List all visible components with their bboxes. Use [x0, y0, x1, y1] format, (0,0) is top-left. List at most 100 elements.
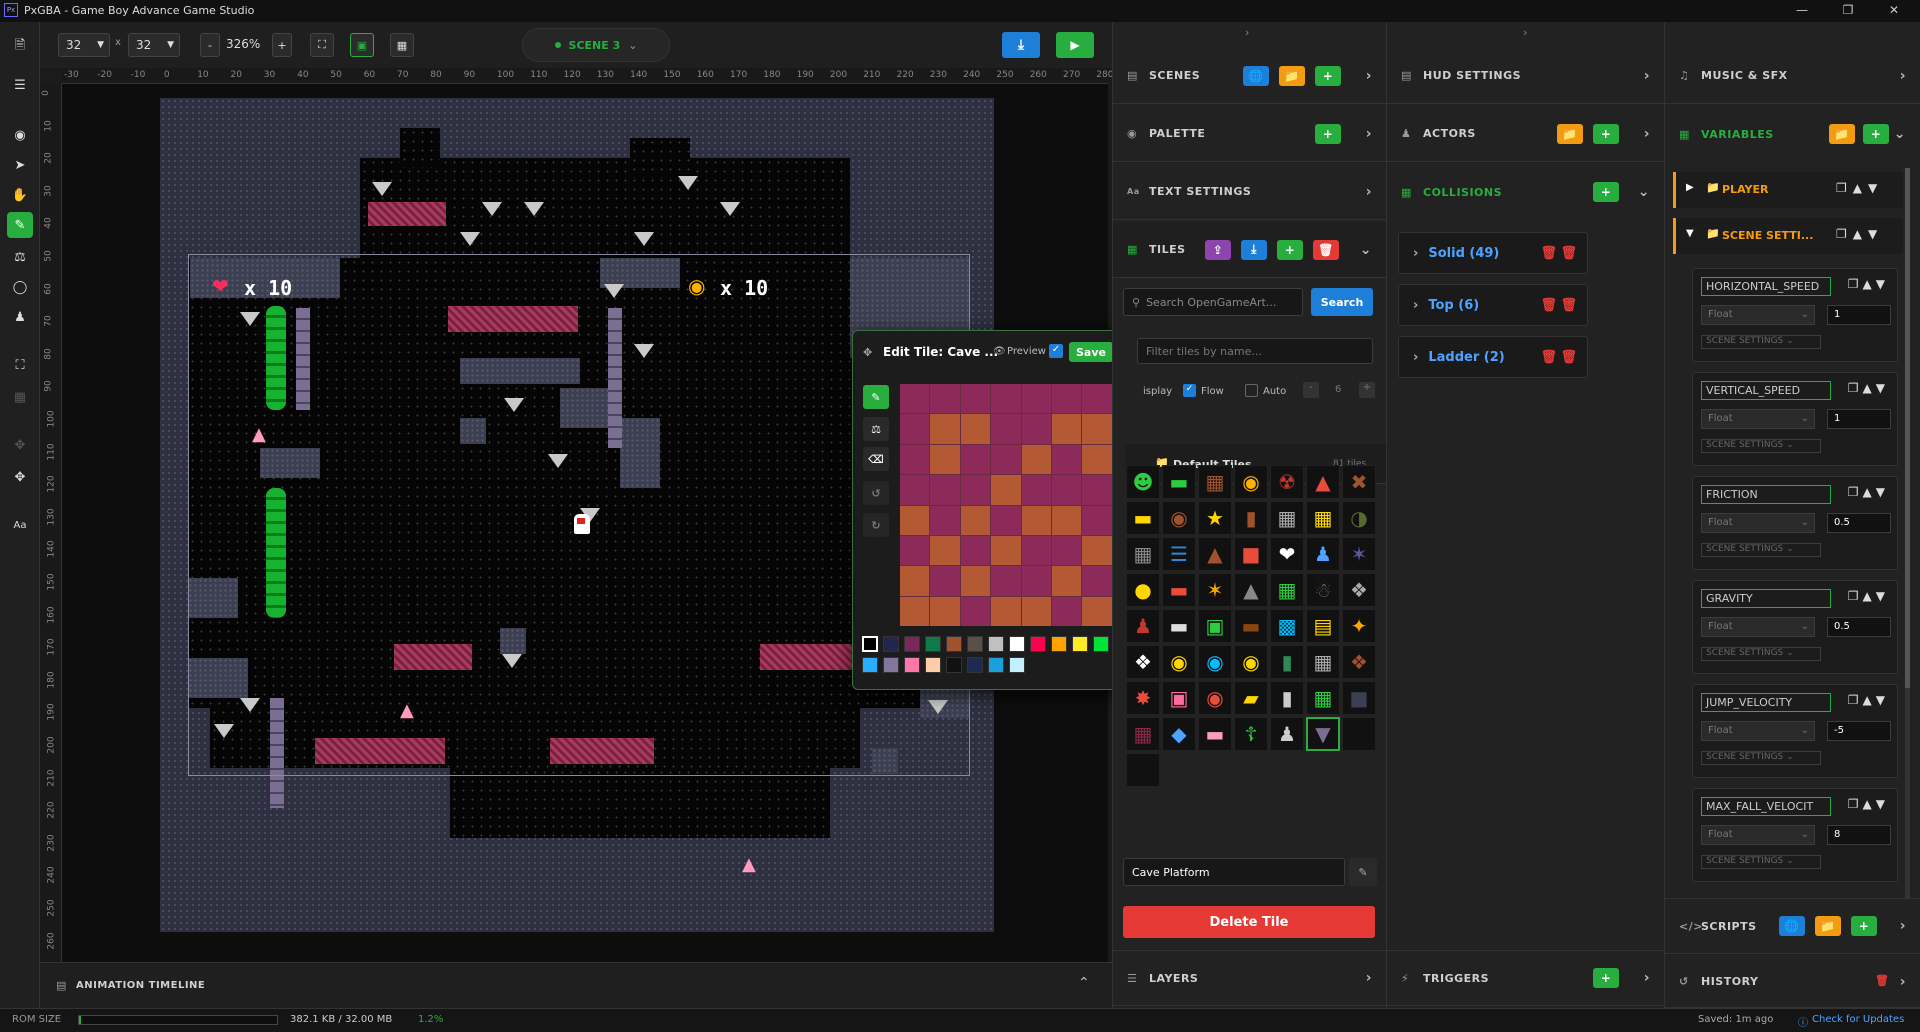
tile-thumbnail[interactable]: ☢ — [1270, 465, 1304, 499]
palette-swatch[interactable] — [883, 636, 899, 652]
variable-scope-select[interactable]: SCENE SETTINGS ⌄ — [1701, 335, 1821, 349]
tile-pixel[interactable] — [991, 596, 1021, 626]
tile-pixel[interactable] — [900, 566, 930, 596]
grid-overlay-icon[interactable]: ▦ — [7, 384, 33, 410]
variable-actions-icon[interactable]: ❐▲▼ — [1848, 381, 1889, 395]
tile-pixel[interactable] — [1021, 535, 1051, 566]
variable-type-select[interactable]: Float ⌄ — [1701, 513, 1815, 533]
new-file-icon[interactable]: 🗎 — [7, 34, 33, 60]
tile-thumbnail[interactable]: ▬ — [1162, 609, 1196, 643]
add-trigger-button[interactable]: + — [1593, 968, 1619, 988]
tile-thumbnail[interactable]: ▮ — [1342, 717, 1376, 751]
play-button[interactable]: ▶ — [1056, 32, 1094, 58]
check-updates-link[interactable]: Check for Updates — [1812, 1014, 1904, 1025]
palette-swatch[interactable] — [988, 636, 1004, 652]
tile-pixel[interactable] — [991, 414, 1021, 444]
cave-platform[interactable] — [368, 202, 446, 226]
filter-tiles-input[interactable]: Filter tiles by name... — [1137, 338, 1373, 364]
pencil-icon[interactable]: ✎ — [863, 385, 889, 409]
tile-thumbnail[interactable]: ❖ — [1342, 573, 1376, 607]
text-tool-icon[interactable]: Aa — [7, 512, 33, 538]
tile-pixel[interactable] — [900, 444, 930, 475]
collisions-header[interactable]: ▦ COLLISIONS + ⌄ — [1387, 164, 1664, 220]
zoom-in-button[interactable]: + — [272, 33, 292, 57]
chevron-right-icon[interactable]: › — [1413, 350, 1418, 365]
chevron-right-icon[interactable]: › — [1644, 970, 1650, 986]
tile-pixel[interactable] — [960, 596, 991, 626]
frame-select-icon[interactable]: ⛶ — [7, 352, 33, 378]
variable-item[interactable]: VERTICAL_SPEED ❐▲▼ Float ⌄ 1 SCENE SETTINGS ⌄ — [1692, 372, 1898, 466]
tile-thumbnail[interactable]: ☰ — [1162, 537, 1196, 571]
tile-thumbnail[interactable]: ☻ — [1126, 465, 1160, 499]
tile-thumbnail[interactable]: ▦ — [1126, 717, 1160, 751]
palette-swatch[interactable] — [967, 636, 983, 652]
tile-thumbnail[interactable]: ◉ — [1162, 645, 1196, 679]
tile-pixel[interactable] — [900, 596, 930, 626]
trash-icon[interactable]: 🗑 — [1560, 246, 1577, 261]
tile-thumbnail[interactable]: ◉ — [1162, 501, 1196, 535]
variable-value-input[interactable]: 1 — [1827, 305, 1891, 325]
tile-thumbnail[interactable]: ▦ — [1306, 501, 1340, 535]
variable-scope-select[interactable]: SCENE SETTINGS ⌄ — [1701, 543, 1821, 557]
tile-pixel[interactable] — [1051, 384, 1082, 414]
tile-thumbnail[interactable]: ❤ — [1270, 537, 1304, 571]
add-palette-button[interactable]: + — [1315, 123, 1341, 144]
variable-actions-icon[interactable]: ❐▲▼ — [1848, 589, 1889, 603]
trash-icon[interactable]: 🗑 — [1540, 298, 1557, 313]
tile-thumbnail[interactable]: ☦ — [1234, 717, 1268, 751]
tile-pixel[interactable] — [900, 384, 930, 414]
circle-shape-icon[interactable]: ◯ — [7, 274, 33, 300]
tile-thumbnail[interactable]: ▦ — [1270, 501, 1304, 535]
variable-name-input[interactable]: HORIZONTAL_SPEED — [1701, 277, 1831, 296]
tile-thumbnail[interactable]: ● — [1126, 573, 1160, 607]
tile-thumbnail[interactable]: ▲ — [1306, 465, 1340, 499]
chevron-right-icon[interactable]: › — [1644, 126, 1650, 142]
tile-pixel[interactable] — [991, 384, 1021, 414]
tile-pixel[interactable] — [1051, 596, 1082, 626]
fill-icon[interactable]: ⚖ — [863, 417, 889, 441]
tile-pixel[interactable] — [1082, 535, 1112, 566]
actors-header[interactable]: ♟ ACTORS 📁 + › — [1387, 106, 1664, 162]
chevron-right-icon[interactable]: › — [1413, 246, 1418, 261]
variable-value-input[interactable]: -5 — [1827, 721, 1891, 741]
tile-pixel[interactable] — [1051, 505, 1082, 535]
folder-icon[interactable]: 📁 — [1557, 123, 1583, 144]
animation-timeline[interactable]: ▤ ANIMATION TIMELINE ⌃ — [40, 962, 1112, 1008]
palette-swatch[interactable] — [1009, 657, 1025, 673]
fill-bucket-icon[interactable]: ⚖ — [7, 244, 33, 270]
palette-swatch[interactable] — [925, 657, 941, 673]
tile-thumbnail[interactable]: ☃ — [1306, 573, 1340, 607]
add-scene-button[interactable]: + — [1315, 65, 1341, 86]
tile-thumbnail[interactable]: ▣ — [1198, 609, 1232, 643]
tile-thumbnail[interactable]: ◉ — [1198, 681, 1232, 715]
scene-selector[interactable]: SCENE 3 ⌄ — [522, 28, 670, 62]
tile-pixel[interactable] — [991, 566, 1021, 596]
grid-height-select[interactable]: 32 ▼ — [128, 33, 180, 57]
chevron-right-icon[interactable]: › — [1366, 68, 1372, 84]
tile-pixel[interactable] — [900, 475, 930, 505]
group-actions-icon[interactable]: ❐▲▼ — [1836, 227, 1883, 241]
chevron-right-icon[interactable]: › — [1900, 68, 1906, 84]
tile-pixel[interactable] — [930, 566, 960, 596]
palette-swatch[interactable] — [862, 636, 878, 652]
variable-actions-icon[interactable]: ❐▲▼ — [1848, 797, 1889, 811]
hud-settings-header[interactable]: ▤ HUD SETTINGS › — [1387, 48, 1664, 104]
tile-thumbnail[interactable]: ▰ — [1234, 681, 1268, 715]
tile-thumbnail[interactable]: ✸ — [1126, 681, 1160, 715]
chevron-right-icon[interactable]: › — [1413, 298, 1418, 313]
tile-thumbnail[interactable]: ✶ — [1342, 537, 1376, 571]
show-grid-icon[interactable]: ▦ — [390, 33, 414, 57]
palette-swatch[interactable] — [946, 636, 962, 652]
tile-thumbnail[interactable]: ▦ — [1126, 537, 1160, 571]
tile-thumbnail[interactable]: ▮ — [1270, 645, 1304, 679]
move-disabled-icon[interactable]: ✥ — [7, 432, 33, 458]
globe-icon[interactable]: 🌐 — [1779, 916, 1805, 936]
tile-pixel[interactable] — [1082, 475, 1112, 505]
tile-thumbnail[interactable]: ▬ — [1126, 501, 1160, 535]
chevron-down-icon[interactable]: ⌄ — [1638, 184, 1650, 200]
scenes-header[interactable]: ▤ SCENES 🌐 📁 + › — [1113, 48, 1386, 104]
tile-pixel[interactable] — [991, 475, 1021, 505]
variable-actions-icon[interactable]: ❐▲▼ — [1848, 485, 1889, 499]
history-header[interactable]: ↺ HISTORY 🗑 › — [1665, 956, 1920, 1008]
variable-value-input[interactable]: 0.5 — [1827, 617, 1891, 637]
